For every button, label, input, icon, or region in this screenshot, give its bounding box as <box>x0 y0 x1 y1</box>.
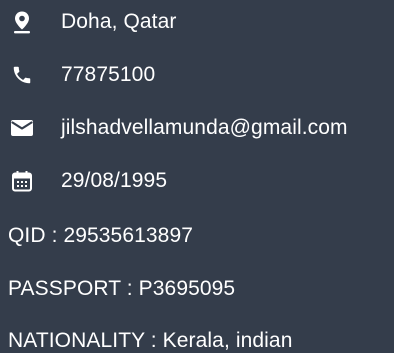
location-pin-icon <box>8 8 36 36</box>
phone-row: 77875100 <box>0 57 394 93</box>
calendar-icon <box>8 167 36 195</box>
nationality-text: NATIONALITY : Kerala, indian <box>8 329 293 352</box>
dob-row: 29/08/1995 <box>0 163 394 199</box>
passport-text: PASSPORT : P3695095 <box>8 277 236 300</box>
email-row: jilshadvellamunda@gmail.com <box>0 110 394 146</box>
phone-text: 77875100 <box>61 63 156 86</box>
dob-text: 29/08/1995 <box>61 169 168 192</box>
phone-icon <box>8 61 36 89</box>
qid-text: QID : 29535613897 <box>8 224 194 247</box>
passport-row: PASSPORT : P3695095 <box>0 271 394 307</box>
location-row: Doha, Qatar <box>0 4 394 40</box>
nationality-row: NATIONALITY : Kerala, indian <box>0 323 394 353</box>
email-text: jilshadvellamunda@gmail.com <box>61 116 348 139</box>
mail-icon <box>8 114 36 142</box>
location-text: Doha, Qatar <box>61 10 177 33</box>
qid-row: QID : 29535613897 <box>0 218 394 254</box>
